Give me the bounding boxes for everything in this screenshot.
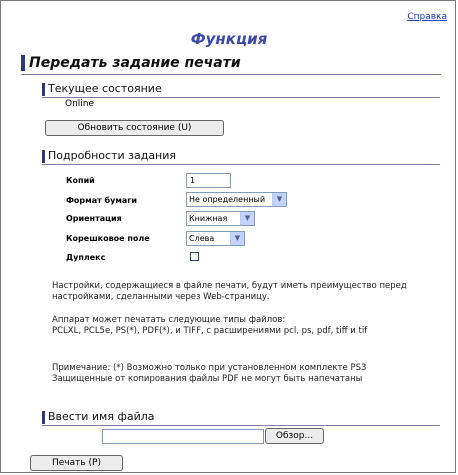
duplex-label: Дуплекс: [66, 253, 106, 262]
binding-edge-select[interactable]: Слева ▼: [186, 231, 245, 246]
pdf-protection-note: Защищенные от копирования файлы PDF не м…: [52, 374, 363, 384]
browse-button[interactable]: Обзор...: [265, 428, 324, 444]
file-name-input[interactable]: [102, 429, 264, 444]
print-button[interactable]: Печать (P): [30, 455, 123, 471]
function-title: Функция: [190, 30, 268, 48]
section-accent-bar: [42, 411, 45, 424]
details-section-header: Подробности задания: [42, 149, 440, 165]
file-section-title: Ввести имя файла: [48, 410, 155, 423]
status-value: Online: [65, 99, 95, 109]
file-section-header: Ввести имя файла: [42, 410, 440, 426]
duplex-checkbox[interactable]: [190, 252, 199, 261]
copies-label: Копий: [66, 176, 95, 185]
paper-size-select[interactable]: Не определенный ▼: [186, 192, 287, 207]
paper-size-label: Формат бумаги: [66, 196, 138, 205]
file-types-heading: Аппарат может печатать следующие типы фа…: [52, 315, 286, 325]
ps3-note: Примечание: (*) Возможно только при уста…: [52, 363, 367, 373]
section-accent-bar: [42, 150, 45, 163]
settings-priority-note: Настройки, содержащиеся в файле печати, …: [52, 281, 407, 302]
chevron-down-icon: ▼: [272, 193, 286, 206]
status-section-header: Текущее состояние: [42, 82, 440, 98]
binding-edge-value: Слева: [189, 234, 215, 243]
refresh-status-button[interactable]: Обновить состояние (U): [45, 120, 224, 136]
copies-input[interactable]: [186, 173, 231, 188]
details-section-title: Подробности задания: [48, 149, 177, 162]
title-accent-bar: [21, 55, 25, 71]
section-accent-bar: [42, 83, 45, 96]
paper-size-value: Не определенный: [189, 195, 266, 204]
chevron-down-icon: ▼: [240, 212, 254, 225]
chevron-down-icon: ▼: [230, 232, 244, 245]
orientation-select[interactable]: Книжная ▼: [186, 211, 255, 226]
page-title: Передать задание печати: [29, 55, 241, 71]
orientation-label: Ориентация: [66, 214, 122, 223]
status-section-title: Текущее состояние: [48, 82, 162, 95]
help-link[interactable]: Справка: [407, 12, 447, 22]
orientation-value: Книжная: [189, 214, 228, 223]
page-title-header: Передать задание печати: [21, 52, 441, 75]
binding-edge-label: Корешковое поле: [66, 234, 150, 243]
file-types-list: PCLXL, PCL5e, PS(*), PDF(*), и TIFF, с р…: [52, 326, 368, 336]
